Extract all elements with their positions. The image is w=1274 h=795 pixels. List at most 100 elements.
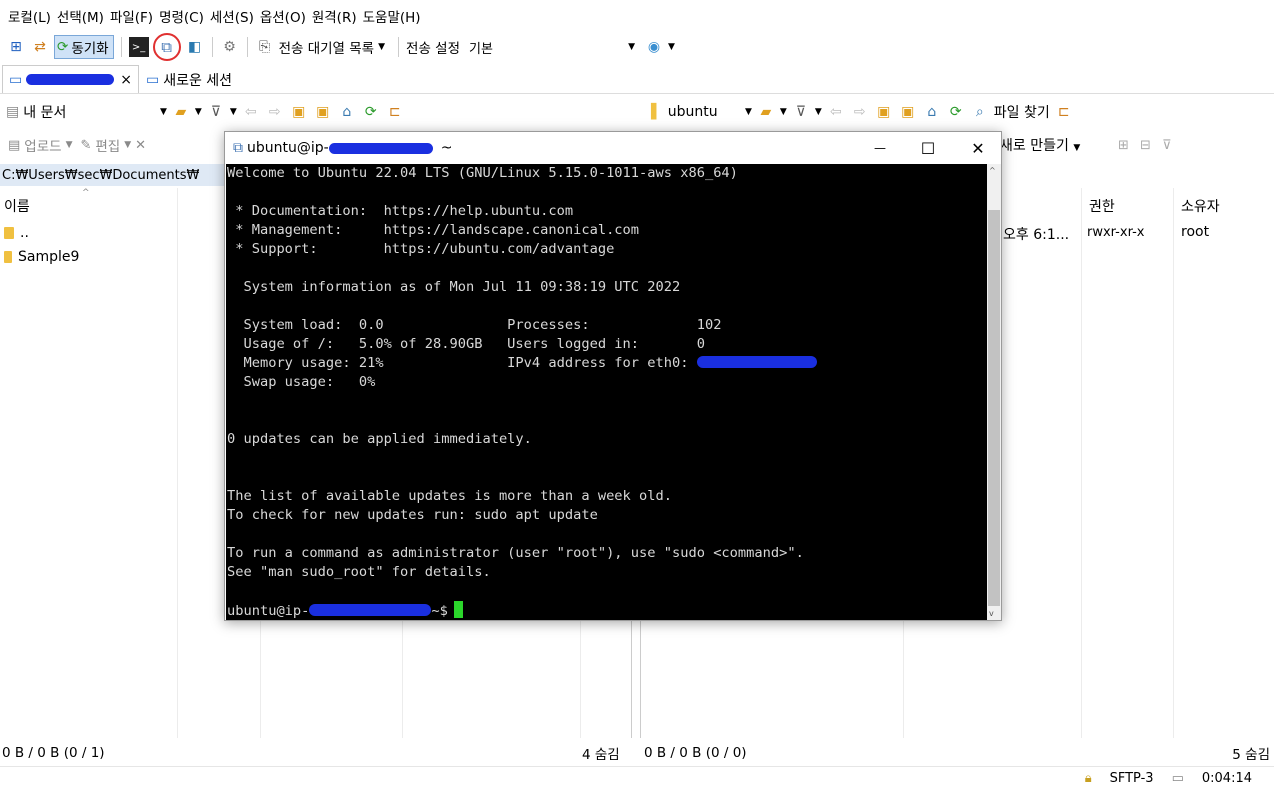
filter-icon[interactable]: ⊽ (206, 102, 226, 122)
putty-icon: ⧉ (233, 140, 243, 156)
row-permissions: rwxr-xr-x (1087, 225, 1145, 240)
globe-icon[interactable]: ◉ (644, 37, 664, 57)
compare-dirs-icon[interactable]: ⊞ (6, 37, 26, 57)
col-perm-header[interactable]: 권한 (1085, 188, 1115, 224)
home-icon[interactable]: ⌂ (337, 102, 357, 122)
chevron-down-icon[interactable]: ▼ (66, 140, 73, 150)
chevron-down-icon[interactable]: ▼ (230, 107, 237, 117)
minimize-button[interactable]: — (857, 132, 903, 164)
lock-icon: 🔒︎ (1084, 771, 1092, 786)
menu-session[interactable]: 세션(S) (210, 6, 254, 26)
close-icon[interactable]: × (120, 72, 132, 88)
terminal-line: Usage of /: 5.0% of 28.90GB Users logged… (227, 336, 705, 352)
plus-icon[interactable]: ⊞ (1118, 138, 1129, 153)
console-icon[interactable]: >_ (128, 37, 149, 57)
parent-dir-icon[interactable]: ▣ (874, 102, 894, 122)
minus-icon[interactable]: ⊟ (1140, 138, 1151, 153)
col-name-header[interactable]: 이름 ^ (0, 188, 90, 224)
redacted-session-name (26, 74, 115, 85)
redacted-hostname (328, 142, 433, 154)
find-files-icon: ⌕ (975, 104, 984, 120)
back-icon[interactable]: ⇦ (826, 102, 846, 122)
terminal-line: * Support: https://ubuntu.com/advantage (227, 241, 615, 257)
chevron-down-icon[interactable]: ▼ (124, 140, 131, 150)
terminal-output[interactable]: Welcome to Ubuntu 22.04 LTS (GNU/Linux 5… (226, 164, 987, 620)
scrollbar-thumb[interactable] (988, 210, 1000, 606)
left-path-bar: ▤ 내 문서 ▼ ▰ ▼ ⊽ ▼ ⇦ ⇨ ▣ ▣ ⌂ ⟳ ⊏ (0, 96, 637, 128)
documents-icon: ▤ (6, 104, 20, 120)
prompt-suffix: ~$ (431, 603, 448, 619)
putty-open-button[interactable]: ⧉ (152, 33, 181, 61)
chevron-down-icon[interactable]: ▼ (745, 107, 752, 117)
back-icon[interactable]: ⇦ (241, 102, 261, 122)
toolbar-separator (398, 37, 400, 57)
toolbar-separator (246, 37, 248, 57)
menu-select[interactable]: 선택(M) (57, 6, 104, 26)
elapsed-time: 0:04:14 (1201, 771, 1252, 786)
tab-new-session[interactable]: ▭ 새로운 세션 (138, 65, 240, 93)
scroll-down-icon[interactable]: v (989, 609, 994, 618)
menu-local[interactable]: 로컬(L) (8, 6, 51, 26)
putty-terminal-window[interactable]: ⧉ ubuntu@ip- ~ — ☐ ✕ Welcome to Ubuntu 2… (224, 131, 1002, 621)
refresh-icon[interactable]: ⟳ (361, 102, 381, 122)
list-item[interactable]: .. (4, 222, 29, 244)
menu-file[interactable]: 파일(F) (110, 6, 153, 26)
transfer-settings-select[interactable]: 기본 ▼ (464, 35, 641, 59)
path-bars: ▤ 내 문서 ▼ ▰ ▼ ⊽ ▼ ⇦ ⇨ ▣ ▣ ⌂ ⟳ ⊏ ▌ ubuntu … (0, 96, 1274, 128)
main-toolbar: ⊞ ⇄ ⟳ 동기화 >_ ⧉ ◧ ⚙ ⎘ 전송 대기열 목록 ▼ 전송 설정 기… (0, 32, 1274, 62)
monitor-icon: ▭ (145, 71, 160, 88)
tab-current-session[interactable]: ▭ × (2, 65, 139, 93)
root-dir-icon[interactable]: ▣ (313, 102, 333, 122)
maximize-button[interactable]: ☐ (905, 132, 951, 164)
filter-icon[interactable]: ⊽ (1162, 138, 1172, 153)
filter-icon[interactable]: ⊽ (791, 102, 811, 122)
queue-icon: ⎘ (258, 39, 271, 55)
chevron-down-icon[interactable]: ▼ (668, 42, 675, 52)
chevron-down-icon[interactable]: ▼ (815, 107, 822, 117)
col-perm-label: 권한 (1089, 199, 1115, 215)
tree-icon[interactable]: ⊏ (1054, 102, 1074, 122)
scroll-up-icon[interactable]: ^ (989, 166, 996, 175)
home-icon[interactable]: ⌂ (922, 102, 942, 122)
parent-dir-icon[interactable]: ▣ (289, 102, 309, 122)
menu-options[interactable]: 옵션(O) (260, 6, 306, 26)
right-new-button[interactable]: 새로 만들기 ▼ (1000, 135, 1080, 155)
right-location-select[interactable]: ▌ ubuntu (651, 100, 741, 124)
terminal-window-icon[interactable]: ◧ (185, 37, 205, 57)
left-location-select[interactable]: ▤ 내 문서 (6, 100, 156, 124)
open-folder-icon[interactable]: ▰ (756, 102, 776, 122)
list-item[interactable]: Sample9 (4, 246, 79, 268)
terminal-prompt-line[interactable]: ubuntu@ip- ~$ (227, 601, 987, 620)
upload-icon: ▤ (8, 137, 21, 153)
gear-icon[interactable]: ⚙ (220, 37, 240, 57)
find-files-button[interactable]: 파일 찾기 (994, 102, 1050, 122)
protocol-label: SFTP-3 (1109, 771, 1154, 786)
col-owner-header[interactable]: 소유자 (1177, 188, 1220, 224)
chevron-down-icon[interactable]: ▼ (160, 107, 167, 117)
menu-help[interactable]: 도움말(H) (363, 6, 421, 26)
close-button[interactable]: ✕ (955, 132, 1001, 164)
chevron-down-icon[interactable]: ▼ (378, 42, 385, 52)
row-date: 오후 6:1... (1003, 227, 1070, 243)
forward-icon[interactable]: ⇨ (850, 102, 870, 122)
open-folder-icon[interactable]: ▰ (171, 102, 191, 122)
chevron-down-icon[interactable]: ▼ (780, 107, 787, 117)
sync-button[interactable]: ⟳ 동기화 (54, 35, 114, 59)
transfer-settings-label: 전송 설정 (406, 41, 461, 57)
refresh-icon[interactable]: ⟳ (946, 102, 966, 122)
forward-icon[interactable]: ⇨ (265, 102, 285, 122)
terminal-line: ​ (227, 183, 987, 202)
chevron-down-icon[interactable]: ▼ (195, 107, 202, 117)
sync-browse-icon[interactable]: ⇄ (30, 37, 50, 57)
tree-icon[interactable]: ⊏ (385, 102, 405, 122)
terminal-scrollbar[interactable]: ^ v (987, 164, 1001, 620)
terminal-line: 0 updates can be applied immediately. (227, 431, 532, 447)
edit-button[interactable]: 편집 (95, 135, 120, 155)
upload-button[interactable]: 업로드 (24, 135, 61, 155)
menu-command[interactable]: 명령(C) (159, 6, 204, 26)
queue-list-button[interactable]: 전송 대기열 목록 (279, 37, 375, 57)
menu-bar: 로컬(L) 선택(M) 파일(F) 명령(C) 세션(S) 옵션(O) 원격(R… (0, 0, 1274, 32)
menu-remote[interactable]: 원격(R) (312, 6, 357, 26)
delete-icon[interactable]: ✕ (135, 138, 146, 153)
root-dir-icon[interactable]: ▣ (898, 102, 918, 122)
